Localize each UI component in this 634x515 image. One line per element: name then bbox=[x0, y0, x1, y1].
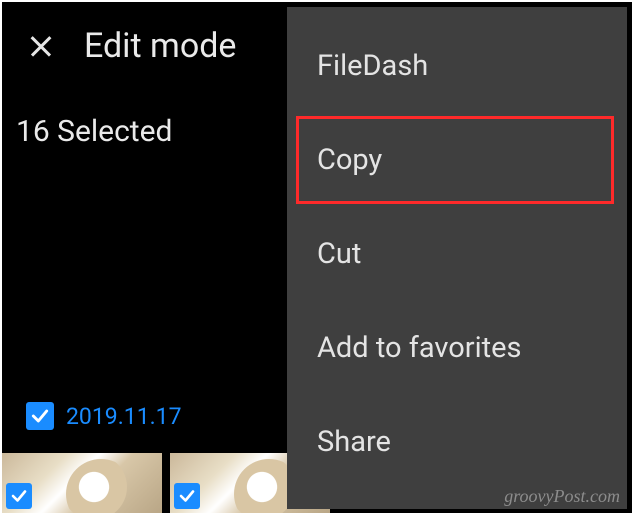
check-icon bbox=[30, 406, 50, 426]
menu-item-cut[interactable]: Cut bbox=[287, 207, 627, 301]
menu-item-copy[interactable]: Copy bbox=[293, 113, 617, 207]
photo-thumbnail[interactable] bbox=[2, 453, 162, 513]
page-title: Edit mode bbox=[84, 26, 236, 66]
date-checkbox[interactable] bbox=[26, 402, 54, 430]
menu-item-filedash[interactable]: FileDash bbox=[287, 19, 627, 113]
thumbnail-checkbox[interactable] bbox=[6, 483, 32, 509]
menu-item-share[interactable]: Share bbox=[287, 395, 627, 489]
app-frame: Edit mode 16 Selected 2019.11.17 FileDas… bbox=[2, 2, 632, 513]
context-menu: FileDash Copy Cut Add to favorites Share bbox=[287, 7, 627, 509]
close-icon[interactable] bbox=[26, 31, 56, 61]
menu-item-add-to-favorites[interactable]: Add to favorites bbox=[287, 301, 627, 395]
date-group-row[interactable]: 2019.11.17 bbox=[26, 402, 182, 430]
thumbnail-checkbox[interactable] bbox=[174, 483, 200, 509]
check-icon bbox=[10, 487, 28, 505]
thumbnail-strip bbox=[2, 453, 330, 513]
check-icon bbox=[178, 487, 196, 505]
date-label: 2019.11.17 bbox=[66, 403, 182, 430]
